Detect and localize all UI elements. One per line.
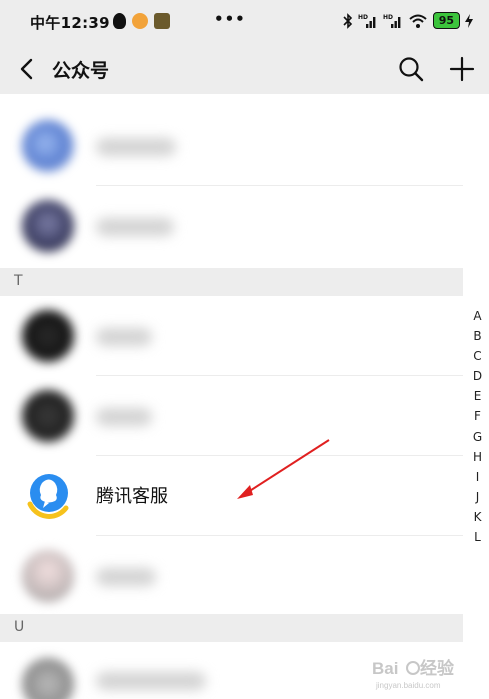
avatar — [22, 550, 74, 602]
alpha-letter[interactable]: D — [473, 366, 482, 386]
tencent-service-icon — [27, 474, 69, 519]
alphabet-index[interactable]: A B C D E F G H I J K L — [466, 306, 489, 547]
list-item[interactable] — [0, 186, 463, 266]
baidu-jingyan-watermark: Bai 经验 jingyan.baidu.com — [372, 658, 455, 690]
avatar — [22, 200, 74, 252]
back-arrow-icon[interactable] — [14, 55, 40, 83]
alpha-letter[interactable]: I — [476, 467, 480, 487]
status-time: 中午12:39 — [30, 14, 110, 32]
blurred-account-name — [96, 218, 174, 236]
alpha-letter[interactable]: E — [474, 386, 482, 406]
avatar — [22, 120, 74, 172]
avatar — [22, 390, 74, 442]
list-item[interactable] — [0, 536, 463, 616]
blurred-account-name — [96, 568, 156, 586]
alpha-letter[interactable]: F — [474, 406, 481, 426]
wifi-icon — [409, 14, 427, 28]
qq-penguin-icon — [113, 13, 126, 29]
alpha-letter[interactable]: L — [474, 527, 481, 547]
weibo-icon — [132, 13, 148, 29]
alpha-letter[interactable]: A — [473, 306, 481, 326]
svg-text:HD: HD — [358, 14, 368, 21]
official-accounts-list: T 腾讯客服 U — [0, 94, 489, 699]
alpha-letter[interactable]: B — [473, 326, 481, 346]
battery-indicator: 95 — [432, 12, 460, 29]
section-header-t: T — [0, 268, 463, 296]
alpha-letter[interactable]: C — [473, 346, 481, 366]
avatar — [22, 658, 74, 699]
svg-text:Bai: Bai — [372, 659, 398, 678]
blurred-account-name — [96, 328, 152, 346]
status-more-dots: ••• — [214, 10, 246, 28]
section-letter: U — [14, 619, 25, 635]
svg-text:HD: HD — [383, 14, 393, 21]
alpha-letter[interactable]: J — [476, 487, 480, 507]
add-icon[interactable] — [448, 55, 476, 83]
search-icon[interactable] — [397, 55, 425, 83]
section-header-u: U — [0, 614, 463, 642]
list-item[interactable] — [0, 106, 463, 186]
svg-text:经验: 经验 — [420, 658, 455, 678]
section-letter: T — [14, 273, 23, 289]
status-app-icons — [113, 13, 170, 29]
alpha-letter[interactable]: K — [474, 507, 482, 527]
list-item[interactable] — [0, 376, 463, 456]
account-name: 腾讯客服 — [96, 486, 168, 507]
blurred-account-name — [96, 138, 176, 156]
status-bar: 中午12:39 ••• HD HD 95 — [0, 0, 489, 44]
list-item[interactable] — [0, 296, 463, 376]
charging-bolt-icon — [465, 13, 473, 28]
alpha-letter[interactable]: H — [473, 447, 482, 467]
bluetooth-icon — [343, 12, 352, 29]
page-title: 公众号 — [52, 60, 110, 82]
game-app-icon — [154, 13, 170, 29]
status-right-icons: HD HD 95 — [343, 12, 473, 29]
alpha-letter[interactable]: G — [473, 427, 482, 447]
avatar — [22, 310, 74, 362]
nav-bar: 公众号 — [0, 44, 489, 94]
list-item-tencent-service[interactable]: 腾讯客服 — [0, 456, 463, 536]
signal-hd-icon: HD — [358, 14, 376, 28]
svg-text:jingyan.baidu.com: jingyan.baidu.com — [375, 681, 441, 690]
blurred-account-name — [96, 672, 206, 690]
signal-hd-icon-2: HD — [383, 14, 401, 28]
blurred-account-name — [96, 408, 152, 426]
